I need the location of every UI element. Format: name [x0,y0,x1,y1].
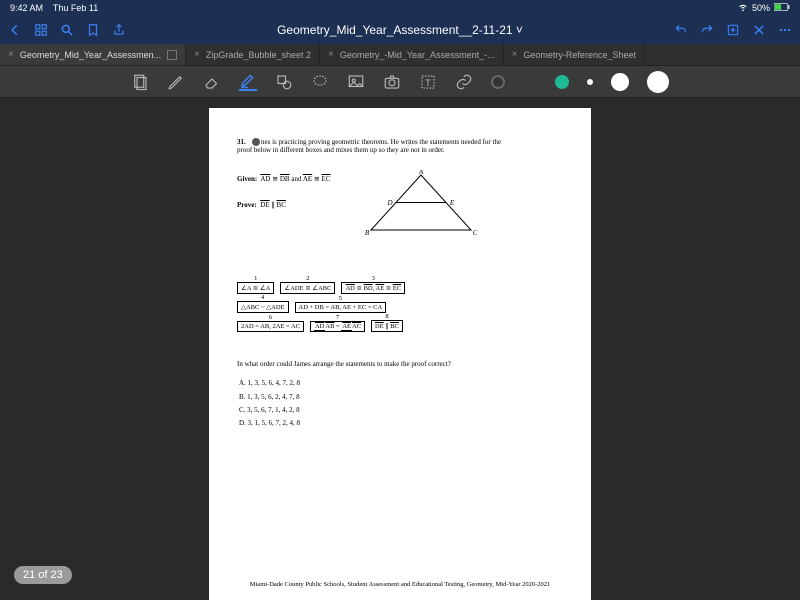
proof-box-3: 3AD ≅ BD, AE ≅ EC [341,282,405,294]
tab-label: ZipGrade_Bubble_sheet 2 [206,50,311,60]
tab-close-icon[interactable]: × [194,49,200,60]
choice-d: D. 3, 1, 5, 6, 7, 2, 4, 8 [239,417,563,430]
svg-text:C: C [472,229,477,237]
given-label: Given: [237,175,257,183]
stroke-large[interactable] [647,71,669,93]
color-teal[interactable] [555,75,569,89]
undo-icon[interactable] [674,23,688,37]
tab-2[interactable]: × Geometry_-Mid_Year_Assessment_-... [320,44,504,65]
svg-text:T: T [425,77,431,87]
svg-text:B: B [364,229,369,237]
proof-box-5: 5AD + DB = AB, AE + EC = CA [295,302,387,313]
tab-close-icon[interactable]: × [512,49,518,60]
share-icon[interactable] [112,23,126,37]
tab-bar: × Geometry_Mid_Year_Assessmen... × ZipGr… [0,44,800,66]
proof-box-4: 4△ABC ~ △ADE [237,301,289,313]
svg-text:D: D [386,199,392,207]
nav-left [8,23,126,37]
tab-label: Geometry_-Mid_Year_Assessment_-... [340,50,495,60]
choice-a: A. 1, 3, 5, 6, 4, 7, 2, 8 [239,377,563,390]
redo-icon[interactable] [700,23,714,37]
page-tool-icon[interactable] [131,73,149,91]
search-icon[interactable] [60,23,74,37]
given-prove-row: Given: AD ≅ DB and AE ≅ EC Prove: DE ∥ B… [237,170,563,242]
status-date: Thu Feb 11 [53,3,98,13]
document-title[interactable]: Geometry_Mid_Year_Assessment__2-11-21 ˅ [138,23,662,37]
choice-c: C. 3, 5, 6, 7, 1, 4, 2, 8 [239,404,563,417]
redaction-dot [252,138,260,146]
color-yellow[interactable] [523,75,537,89]
proof-boxes: 1∠A ≅ ∠A 2∠ADE ≅ ∠ABC 3AD ≅ BD, AE ≅ EC … [237,282,563,332]
status-right: 50% [738,2,790,14]
proof-box-2: 2∠ADE ≅ ∠ABC [280,282,335,294]
question-number: 31. [237,138,246,146]
lasso-tool-icon[interactable] [311,73,329,91]
tab-dup-icon[interactable] [167,50,177,60]
pen-tool-icon[interactable] [167,73,185,91]
tab-label: Geometry-Reference_Sheet [523,50,636,60]
wifi-icon [738,2,748,14]
question-text-line1: nes is practicing proving geometric theo… [261,138,501,146]
tab-label: Geometry_Mid_Year_Assessmen... [20,50,161,60]
link-tool-icon[interactable] [455,73,473,91]
shape-tool-icon[interactable] [275,73,293,91]
add-icon[interactable] [726,23,740,37]
document-viewport[interactable]: 31. nes is practicing proving geometric … [0,98,800,600]
battery-text: 50% [752,3,770,13]
status-bar: 9:42 AM Thu Feb 11 50% [0,0,800,16]
tab-0[interactable]: × Geometry_Mid_Year_Assessmen... [0,44,186,65]
more-icon[interactable] [778,23,792,37]
prove-label: Prove: [237,201,257,209]
tab-close-icon[interactable]: × [8,49,14,60]
proof-box-6: 62AD = AB, 2AE = AC [237,321,304,332]
given-prove-text: Given: AD ≅ DB and AE ≅ EC Prove: DE ∥ B… [237,170,331,215]
text-tool-icon[interactable]: T [419,73,437,91]
bookmark-icon[interactable] [86,23,100,37]
image-tool-icon[interactable] [347,73,365,91]
grid-icon[interactable] [34,23,48,37]
question-header: 31. nes is practicing proving geometric … [237,138,563,154]
nav-right [674,23,792,37]
nav-bar: Geometry_Mid_Year_Assessment__2-11-21 ˅ [0,16,800,44]
tab-close-icon[interactable]: × [328,49,334,60]
camera-tool-icon[interactable] [383,73,401,91]
tool-bar: T [0,66,800,98]
color-black[interactable] [491,75,505,89]
back-icon[interactable] [8,23,22,37]
proof-box-1: 1∠A ≅ ∠A [237,282,274,294]
answer-choices: A. 1, 3, 5, 6, 4, 7, 2, 8 B. 1, 3, 5, 6,… [237,377,563,430]
stroke-medium[interactable] [611,73,629,91]
stroke-small[interactable] [587,79,593,85]
triangle-diagram: A B C D E [361,170,481,242]
status-time: 9:42 AM [10,3,43,13]
tab-3[interactable]: × Geometry-Reference_Sheet [504,44,645,65]
eraser-tool-icon[interactable] [203,73,221,91]
highlighter-tool-icon[interactable] [239,73,257,91]
svg-text:E: E [448,199,454,207]
order-question: In what order could James arrange the st… [237,360,563,368]
svg-text:A: A [417,170,423,176]
document-page: 31. nes is practicing proving geometric … [209,108,591,600]
status-left: 9:42 AM Thu Feb 11 [10,3,98,13]
page-counter: 21 of 23 [14,566,72,584]
tab-1[interactable]: × ZipGrade_Bubble_sheet 2 [186,44,320,65]
proof-box-7: 7 ADAB = AEAC [310,321,365,333]
choice-b: B. 1, 3, 5, 6, 2, 4, 7, 8 [239,391,563,404]
close-icon[interactable] [752,23,766,37]
question-text-line2: proof below in different boxes and mixes… [237,146,563,154]
proof-box-8: 8DE ∥ BC [371,320,403,332]
page-footer: Miami-Dade County Public Schools, Studen… [209,581,591,588]
battery-icon [774,3,790,13]
